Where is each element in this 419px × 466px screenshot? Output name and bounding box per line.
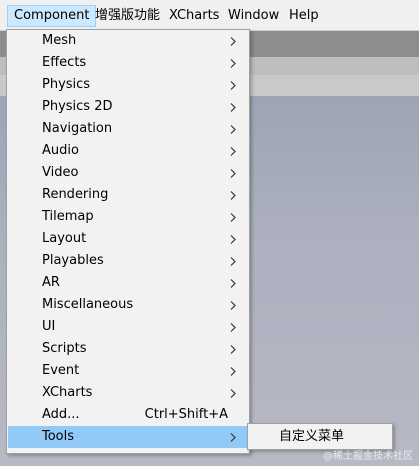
menu-item-mesh[interactable]: Mesh — [8, 30, 248, 52]
chevron-right-icon — [228, 52, 238, 74]
menu-item-miscellaneous[interactable]: Miscellaneous — [8, 294, 248, 316]
menu-item-label: Playables — [42, 253, 104, 268]
menu-item-rendering[interactable]: Rendering — [8, 184, 248, 206]
menu-item-layout[interactable]: Layout — [8, 228, 248, 250]
chevron-right-icon — [228, 96, 238, 118]
menu-item-add[interactable]: Add... Ctrl+Shift+A — [8, 404, 248, 426]
chevron-right-icon — [228, 162, 238, 184]
menu-item-physics-2d[interactable]: Physics 2D — [8, 96, 248, 118]
menu-item-label: Physics — [42, 77, 91, 92]
menu-item-tilemap[interactable]: Tilemap — [8, 206, 248, 228]
chevron-right-icon — [228, 294, 238, 316]
menu-item-ui[interactable]: UI — [8, 316, 248, 338]
menu-item-label: Physics 2D — [42, 99, 113, 114]
chevron-right-icon — [228, 360, 238, 382]
submenu-item-custom-menu[interactable]: 自定义菜单 — [249, 425, 391, 448]
menu-component[interactable]: Component — [7, 5, 97, 27]
tools-submenu: 自定义菜单 — [247, 423, 393, 450]
menu-item-label: Layout — [42, 231, 87, 246]
menu-item-label: UI — [42, 319, 56, 334]
menu-item-label: Navigation — [42, 121, 113, 136]
chevron-right-icon — [228, 228, 238, 250]
component-dropdown-menu: Mesh Effects Physics Physics 2D Navigati… — [6, 29, 250, 454]
menu-item-label: Video — [42, 165, 79, 180]
chevron-right-icon — [228, 382, 238, 404]
menu-item-effects[interactable]: Effects — [8, 52, 248, 74]
menu-item-label: Scripts — [42, 341, 87, 356]
menu-item-scripts[interactable]: Scripts — [8, 338, 248, 360]
menu-item-label: Mesh — [42, 33, 77, 48]
menu-item-video[interactable]: Video — [8, 162, 248, 184]
menu-item-label: AR — [42, 275, 60, 290]
menu-item-ar[interactable]: AR — [8, 272, 248, 294]
chevron-right-icon — [228, 184, 238, 206]
menu-item-event[interactable]: Event — [8, 360, 248, 382]
menu-item-label: Event — [42, 363, 80, 378]
chevron-right-icon — [228, 118, 238, 140]
chevron-right-icon — [228, 74, 238, 96]
shortcut-label: Ctrl+Shift+A — [144, 407, 228, 422]
chevron-right-icon — [228, 30, 238, 52]
menu-enhanced-features[interactable]: 增强版功能 — [89, 5, 166, 27]
menu-item-xcharts[interactable]: XCharts — [8, 382, 248, 404]
menu-item-label: Audio — [42, 143, 79, 158]
watermark-text: @稀土掘金技术社区 — [323, 451, 413, 462]
menu-item-playables[interactable]: Playables — [8, 250, 248, 272]
chevron-right-icon — [228, 250, 238, 272]
chevron-right-icon — [228, 426, 238, 448]
menu-item-label: Add... — [42, 407, 80, 422]
menu-window[interactable]: Window — [222, 5, 285, 27]
menu-help[interactable]: Help — [283, 5, 325, 27]
menu-item-tools[interactable]: Tools — [8, 426, 248, 448]
menu-item-label: Tilemap — [42, 209, 94, 224]
chevron-right-icon — [228, 316, 238, 338]
menu-item-label: Rendering — [42, 187, 109, 202]
chevron-right-icon — [228, 272, 238, 294]
submenu-item-label: 自定义菜单 — [279, 429, 345, 444]
menu-item-label: Miscellaneous — [42, 297, 134, 312]
menu-item-label: XCharts — [42, 385, 93, 400]
chevron-right-icon — [228, 140, 238, 162]
chevron-right-icon — [228, 338, 238, 360]
menu-bar: Component 增强版功能 XCharts Window Help — [0, 0, 419, 31]
menu-item-audio[interactable]: Audio — [8, 140, 248, 162]
menu-item-physics[interactable]: Physics — [8, 74, 248, 96]
menu-item-label: Tools — [42, 429, 75, 444]
menu-item-navigation[interactable]: Navigation — [8, 118, 248, 140]
chevron-right-icon — [228, 206, 238, 228]
menu-xcharts[interactable]: XCharts — [163, 5, 225, 27]
menu-item-label: Effects — [42, 55, 87, 70]
